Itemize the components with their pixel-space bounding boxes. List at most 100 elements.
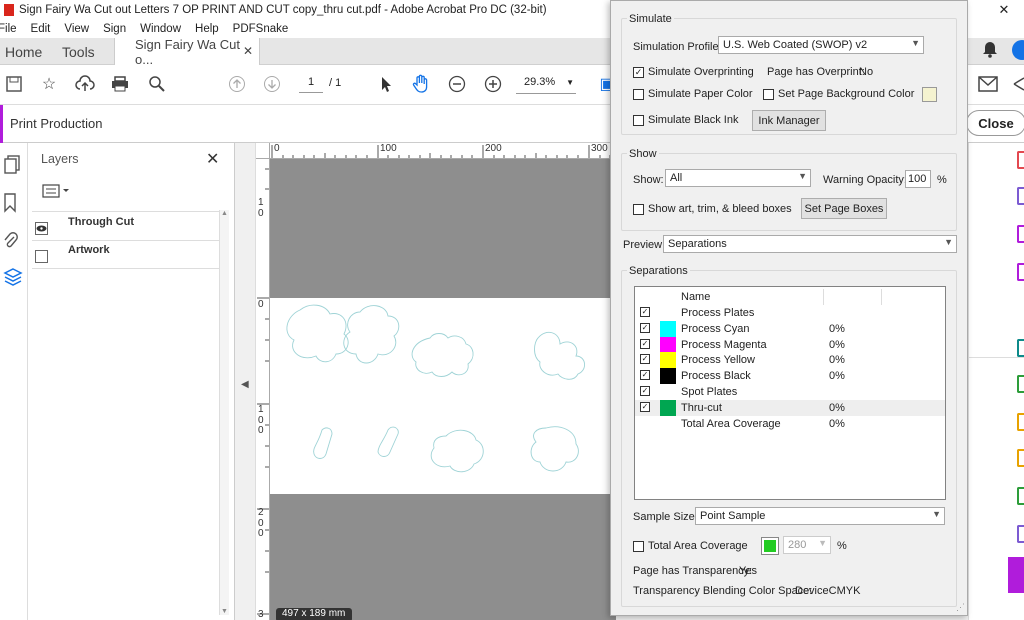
zoom-in-icon[interactable] — [482, 73, 504, 95]
tab-document[interactable]: Sign Fairy Wa Cut o... ✕ — [114, 37, 260, 67]
upload-cloud-icon[interactable] — [74, 73, 96, 95]
show-group — [621, 153, 957, 231]
blend-space-label: Transparency Blending Color Space: — [633, 585, 813, 597]
tab-home[interactable]: Home — [5, 38, 42, 65]
print-icon[interactable] — [109, 73, 131, 95]
chevron-down-icon: ▼ — [818, 538, 827, 548]
separation-row[interactable]: ✓ Thru-cut 0% — [635, 399, 945, 416]
hand-tool-icon[interactable] — [410, 73, 432, 95]
visibility-checkbox[interactable] — [35, 250, 48, 263]
document-page[interactable] — [270, 298, 616, 494]
menu-window[interactable]: Window — [140, 23, 181, 35]
protect-icon[interactable] — [1017, 525, 1024, 543]
bell-icon[interactable] — [982, 40, 998, 58]
set-page-background-label: Set Page Background Color — [778, 88, 915, 100]
separation-checkbox[interactable]: ✓ — [640, 401, 650, 412]
separation-checkbox[interactable]: ✓ — [640, 338, 650, 349]
set-page-boxes-button[interactable]: Set Page Boxes — [801, 198, 887, 219]
resize-grip-icon[interactable]: ⋰ — [956, 602, 965, 613]
compress-icon[interactable] — [1017, 487, 1024, 505]
close-panel-icon[interactable]: ✕ — [206, 149, 219, 169]
separation-row[interactable]: ✓ Spot Plates — [635, 384, 945, 400]
chevron-left-icon[interactable]: ◀ — [241, 379, 249, 390]
send-icon[interactable] — [1017, 449, 1024, 467]
layer-options-menu[interactable] — [42, 183, 72, 201]
menu-view[interactable]: View — [64, 23, 89, 35]
preview-select[interactable]: Separations ▼ — [663, 235, 957, 253]
next-page-icon[interactable] — [261, 73, 283, 95]
comment-icon[interactable] — [1017, 263, 1024, 281]
separation-checkbox[interactable]: ✓ — [640, 307, 650, 317]
layers-icon[interactable] — [3, 267, 23, 289]
separation-name: Spot Plates — [681, 386, 738, 398]
page-number-input[interactable]: 1 — [299, 76, 323, 93]
page-size-badge: 497 x 189 mm — [276, 608, 352, 620]
separation-checkbox[interactable]: ✓ — [640, 322, 650, 333]
has-overprint-label: Page has Overprint: — [767, 66, 865, 78]
layers-header: Layers — [41, 152, 79, 166]
panel-collapse-handle[interactable]: ◀ — [235, 143, 256, 620]
zoom-out-icon[interactable] — [446, 73, 468, 95]
pages-icon[interactable] — [3, 155, 23, 177]
create-pdf-icon[interactable] — [1017, 225, 1024, 243]
warning-opacity-input[interactable]: 100 — [905, 170, 931, 188]
menu-help[interactable]: Help — [195, 23, 219, 35]
set-page-background-checkbox[interactable] — [763, 89, 774, 100]
eye-icon[interactable] — [35, 222, 48, 235]
mail-icon[interactable] — [978, 76, 998, 92]
attachment-icon[interactable] — [3, 231, 23, 253]
menu-edit[interactable]: Edit — [31, 23, 51, 35]
simulate-paper-color-checkbox[interactable] — [633, 89, 644, 100]
show-select[interactable]: All ▼ — [665, 169, 811, 187]
print-production-tool-icon[interactable] — [1008, 557, 1024, 593]
zoom-select[interactable]: 29.3% ▼ — [516, 76, 576, 94]
total-area-coverage-checkbox[interactable] — [633, 541, 644, 552]
tac-color-swatch[interactable] — [761, 537, 779, 555]
separation-row[interactable]: ✓ Process Yellow 0% — [635, 352, 945, 369]
transparency-value: Yes — [739, 565, 757, 577]
star-icon[interactable]: ☆ — [38, 73, 60, 95]
show-boxes-checkbox[interactable] — [633, 204, 644, 215]
separations-list: Name ✓ Process Plates ✓ Process Cyan 0% ✓ Proc… — [634, 286, 946, 500]
separation-row[interactable]: ✓ Process Cyan 0% — [635, 320, 945, 337]
simulate-overprinting-checkbox[interactable]: ✓ — [633, 67, 644, 78]
select-cursor-icon[interactable] — [375, 73, 397, 95]
background-color-swatch[interactable] — [922, 87, 937, 102]
search-icon[interactable] — [146, 73, 168, 95]
separation-row[interactable]: ✓ Process Black 0% — [635, 368, 945, 385]
preview-label: Preview: — [623, 239, 666, 251]
simulation-profile-select[interactable]: U.S. Web Coated (SWOP) v2 ▼ — [718, 36, 924, 54]
organize-icon[interactable] — [1017, 375, 1024, 393]
simulate-black-ink-checkbox[interactable] — [633, 115, 644, 126]
separation-checkbox[interactable]: ✓ — [640, 354, 650, 365]
tab-tools[interactable]: Tools — [62, 38, 95, 65]
close-tab-icon[interactable]: ✕ — [243, 44, 253, 58]
layer-row[interactable]: Artwork — [32, 241, 224, 269]
menu-file[interactable]: File — [0, 23, 17, 35]
menu-pdfsnake[interactable]: PDFSnake — [233, 23, 289, 35]
separation-checkbox[interactable]: ✓ — [640, 386, 650, 396]
combine-icon[interactable] — [1017, 339, 1024, 357]
layer-row[interactable]: Through Cut — [32, 213, 224, 241]
export-pdf-icon[interactable] — [1017, 151, 1024, 169]
separation-name: Thru-cut — [681, 401, 722, 414]
prev-page-icon[interactable] — [226, 73, 248, 95]
separation-percent: 0% — [829, 401, 845, 414]
layers-scrollbar[interactable]: ▲ ▼ — [219, 210, 229, 615]
more-tools-icon[interactable] — [1012, 76, 1024, 92]
fill-sign-icon[interactable] — [1017, 413, 1024, 431]
chevron-down-icon: ▼ — [798, 171, 807, 181]
sample-size-select[interactable]: Point Sample ▼ — [695, 507, 945, 525]
separation-row[interactable]: ✓ Process Magenta 0% — [635, 336, 945, 353]
save-icon[interactable] — [3, 73, 25, 95]
separation-row[interactable]: Total Area Coverage 0% — [635, 416, 945, 432]
ink-manager-button[interactable]: Ink Manager — [752, 110, 826, 131]
close-window-button[interactable]: ✕ — [984, 0, 1024, 20]
tac-value-select[interactable]: 280 ▼ — [783, 536, 831, 554]
close-tool-button[interactable]: Close — [966, 110, 1024, 136]
menu-sign[interactable]: Sign — [103, 23, 126, 35]
bookmark-icon[interactable] — [3, 193, 23, 215]
separation-checkbox[interactable]: ✓ — [640, 370, 650, 381]
edit-pdf-icon[interactable] — [1017, 187, 1024, 205]
separation-row[interactable]: ✓ Process Plates — [635, 305, 945, 321]
